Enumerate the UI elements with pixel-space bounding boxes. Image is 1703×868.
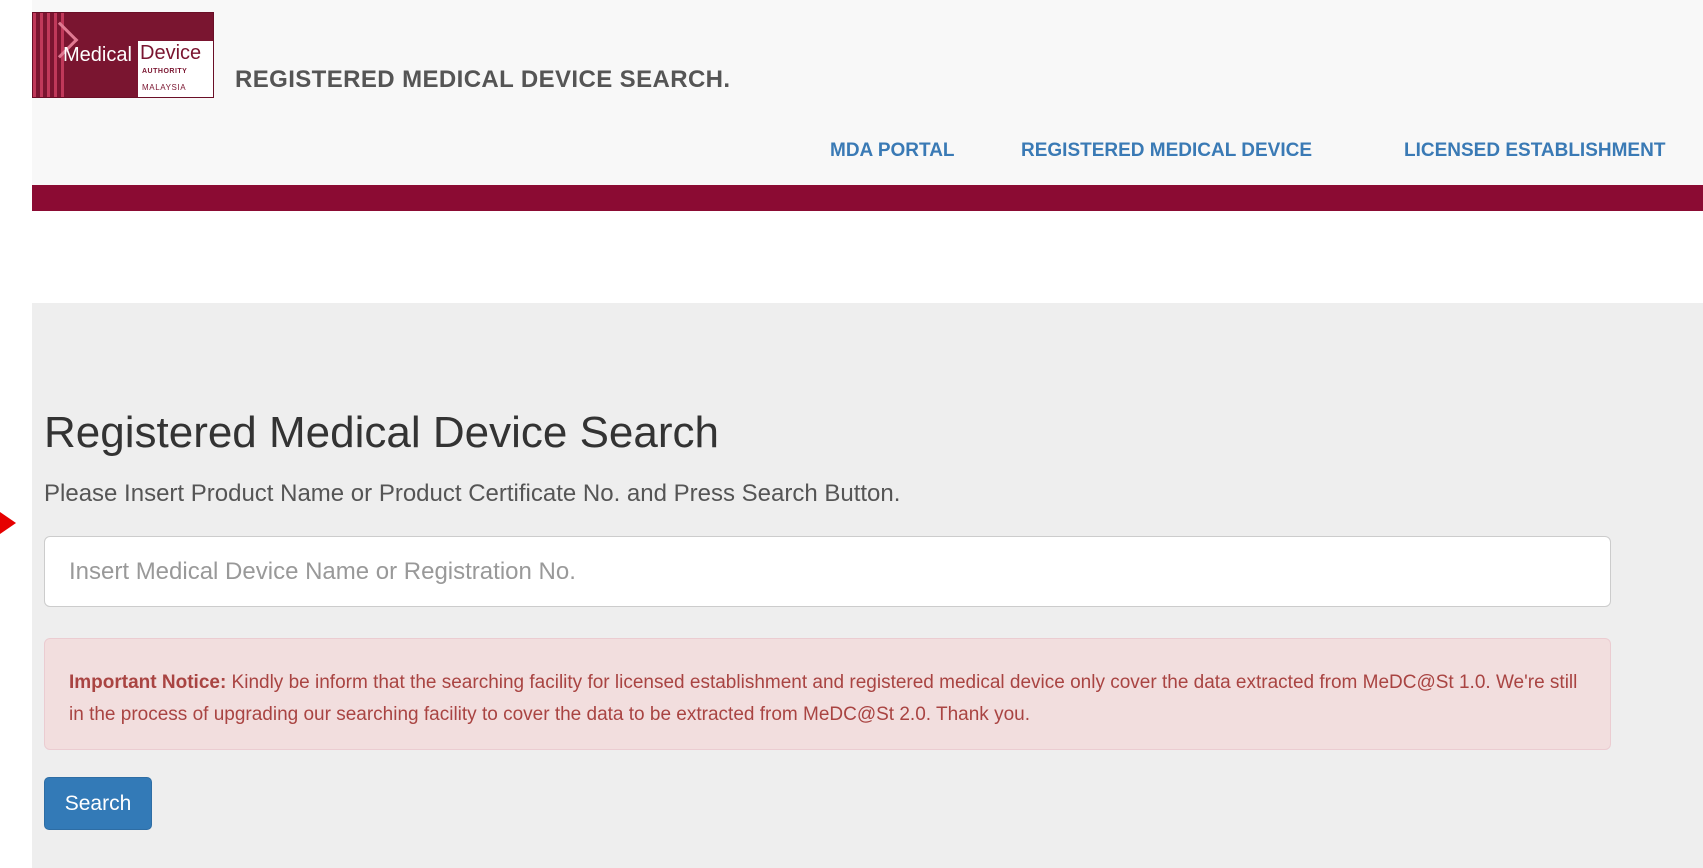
page-subtitle: Please Insert Product Name or Product Ce… bbox=[44, 480, 901, 507]
nav-mda-portal[interactable]: MDA PORTAL bbox=[830, 140, 955, 162]
logo-white-panel: Device AUTHORITY MALAYSIA bbox=[138, 41, 213, 97]
important-notice: Important Notice: Kindly be inform that … bbox=[44, 638, 1611, 750]
page-title: Registered Medical Device Search bbox=[44, 408, 719, 457]
nav-registered-medical-device[interactable]: REGISTERED MEDICAL DEVICE bbox=[1021, 140, 1312, 162]
search-panel: Registered Medical Device Search Please … bbox=[32, 303, 1703, 868]
main-nav: MDA PORTAL REGISTERED MEDICAL DEVICE LIC… bbox=[32, 126, 1703, 186]
search-input[interactable] bbox=[44, 536, 1611, 607]
nav-licensed-establishment[interactable]: LICENSED ESTABLISHMENT bbox=[1404, 140, 1665, 162]
red-arrow-icon bbox=[0, 512, 16, 534]
search-button[interactable]: Search bbox=[44, 777, 152, 830]
logo-word-malaysia: MALAYSIA bbox=[142, 83, 187, 92]
mda-logo[interactable]: Medical Device AUTHORITY MALAYSIA bbox=[32, 12, 214, 98]
site-title: REGISTERED MEDICAL DEVICE SEARCH. bbox=[235, 66, 731, 93]
site-header: Medical Device AUTHORITY MALAYSIA REGIST… bbox=[32, 0, 1703, 187]
logo-word-medical: Medical bbox=[63, 44, 132, 66]
page: Medical Device AUTHORITY MALAYSIA REGIST… bbox=[0, 0, 1703, 868]
logo-word-authority: AUTHORITY bbox=[142, 68, 188, 75]
logo-word-device: Device bbox=[140, 42, 202, 64]
notice-label: Important Notice: bbox=[69, 672, 227, 693]
notice-text: Kindly be inform that the searching faci… bbox=[69, 672, 1578, 725]
header-divider-bar bbox=[32, 185, 1703, 211]
